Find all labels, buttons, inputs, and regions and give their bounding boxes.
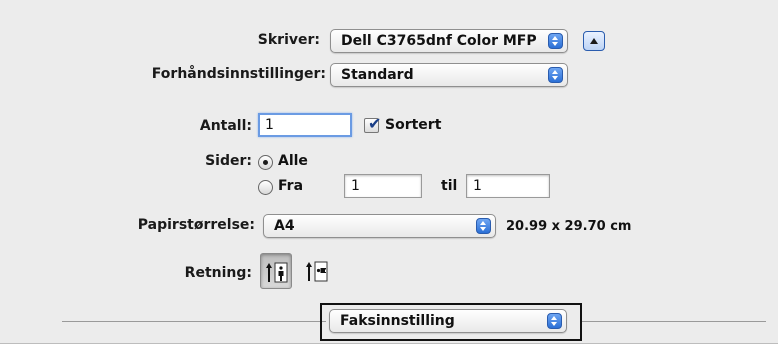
pages-all-label: Alle	[278, 153, 308, 169]
printer-select[interactable]: Dell C3765dnf Color MFP	[330, 29, 568, 53]
collated-checkbox[interactable]: ✔	[364, 114, 381, 133]
pages-label: Sider:	[205, 153, 252, 169]
portrait-orientation-icon	[266, 262, 288, 283]
presets-label: Forhåndsinnstillinger:	[151, 66, 326, 82]
orientation-landscape-button[interactable]	[301, 253, 333, 289]
presets-select[interactable]: Standard	[330, 63, 568, 87]
orientation-label: Retning:	[184, 265, 252, 281]
printer-label: Skriver:	[257, 32, 320, 48]
section-divider-right	[582, 321, 766, 322]
pages-from-input[interactable]: 1	[344, 174, 422, 198]
checkmark-icon: ✔	[368, 114, 382, 133]
orientation-portrait-button[interactable]	[260, 253, 292, 289]
collated-label: Sortert	[385, 117, 442, 133]
stepper-arrows-icon	[548, 67, 563, 83]
print-dialog-panel: Skriver: Dell C3765dnf Color MFP Forhånd…	[0, 0, 778, 344]
paper-size-label: Papirstørrelse:	[137, 217, 255, 233]
paper-size-select-value: A4	[274, 218, 295, 234]
section-divider-left	[62, 321, 326, 322]
pages-range-radio[interactable]	[258, 180, 273, 195]
printer-select-value: Dell C3765dnf Color MFP	[341, 33, 537, 49]
landscape-orientation-icon	[306, 261, 328, 282]
triangle-up-icon	[590, 38, 598, 44]
copies-input[interactable]: 1	[258, 113, 352, 137]
paper-size-select[interactable]: A4	[263, 214, 496, 238]
stepper-arrows-icon	[547, 313, 562, 329]
pages-to-label: til	[441, 178, 458, 194]
presets-select-value: Standard	[341, 67, 414, 83]
pages-to-input[interactable]: 1	[466, 174, 550, 198]
stepper-arrows-icon	[476, 218, 491, 234]
pages-from-label: Fra	[278, 178, 304, 194]
collapse-details-button[interactable]	[583, 31, 605, 51]
paper-dimensions: 20.99 x 29.70 cm	[506, 219, 632, 234]
section-menu-value: Faksinnstilling	[340, 313, 455, 329]
stepper-arrows-icon	[548, 33, 563, 49]
pages-all-radio[interactable]	[258, 155, 273, 170]
copies-label: Antall:	[199, 118, 252, 134]
section-menu-select[interactable]: Faksinnstilling	[329, 309, 567, 333]
